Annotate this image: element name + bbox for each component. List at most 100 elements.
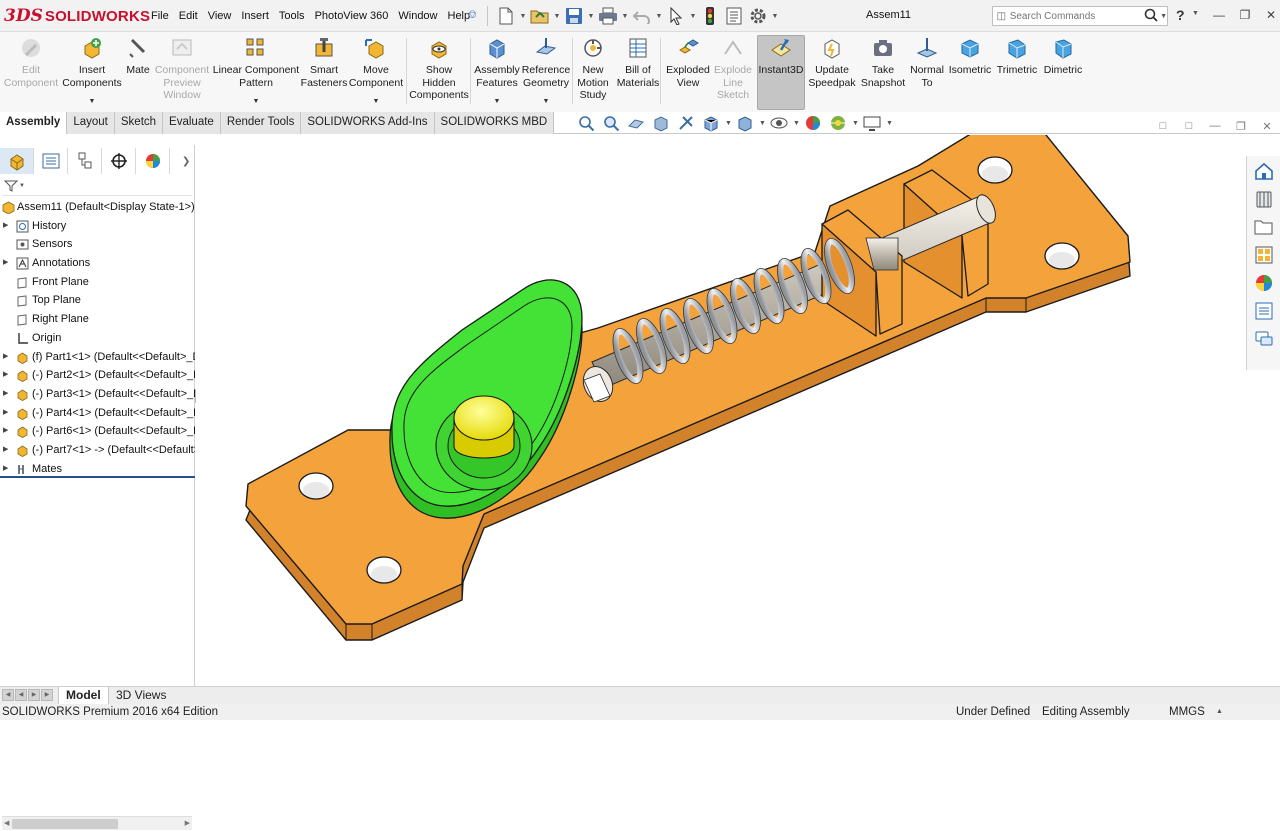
doc-close-icon[interactable]: ✕ bbox=[1256, 118, 1278, 134]
print-dropdown-icon[interactable]: ▼ bbox=[621, 13, 629, 20]
save-dropdown-icon[interactable]: ▼ bbox=[587, 13, 595, 20]
expand-arrow-icon[interactable]: ▶ bbox=[3, 217, 8, 236]
graphics-area[interactable] bbox=[196, 135, 1246, 686]
tab-layout[interactable]: Layout bbox=[67, 112, 115, 134]
tree-item[interactable]: ▶ (-) Part2<1> (Default<<Default>_Display… bbox=[0, 366, 195, 385]
forum-chat-icon[interactable] bbox=[1249, 326, 1279, 352]
new-document-icon[interactable] bbox=[495, 5, 517, 27]
tile-left-icon[interactable]: □ bbox=[1152, 118, 1174, 134]
expand-arrow-icon[interactable]: ▶ bbox=[3, 404, 8, 423]
exploded-view-button[interactable]: Exploded View bbox=[664, 36, 712, 108]
tree-item[interactable]: ▶ (-) Part3<1> (Default<<Default>_Display… bbox=[0, 385, 195, 404]
select-arrow-icon[interactable] bbox=[665, 5, 687, 27]
new-dropdown-icon[interactable]: ▼ bbox=[519, 13, 527, 20]
open-folder-icon[interactable] bbox=[529, 5, 551, 27]
show-hidden-button[interactable]: Show Hidden Components bbox=[406, 36, 472, 108]
view-orientation-icon[interactable] bbox=[700, 114, 722, 132]
pin-menu-icon[interactable]: ⎊ bbox=[468, 9, 477, 22]
tab-solidworks-add-ins[interactable]: SOLIDWORKS Add-Ins bbox=[301, 112, 435, 134]
scroll-left-icon[interactable]: ◀ bbox=[4, 817, 9, 831]
more-tabs-chevron-icon[interactable]: ❯ bbox=[182, 156, 190, 167]
apply-scene-dropdown-icon[interactable]: ▼ bbox=[852, 120, 859, 127]
tree-item[interactable]: ▶ (-) Part6<1> (Default<<Default>_Display… bbox=[0, 422, 195, 441]
configuration-manager-icon[interactable] bbox=[68, 148, 102, 174]
camera-button[interactable]: Take Snapshot bbox=[860, 36, 906, 108]
display-style-dropdown-icon[interactable]: ▼ bbox=[759, 120, 766, 127]
next-tab-icon[interactable]: ▶ bbox=[28, 689, 40, 701]
menu-tools[interactable]: Tools bbox=[274, 6, 310, 26]
scroll-right-icon[interactable]: ▶ bbox=[185, 817, 190, 831]
menu-insert[interactable]: Insert bbox=[236, 6, 274, 26]
scroll-thumb[interactable] bbox=[12, 819, 118, 829]
tab-render-tools[interactable]: Render Tools bbox=[220, 112, 302, 134]
last-tab-icon[interactable]: ▶ bbox=[41, 689, 53, 701]
tab-sketch[interactable]: Sketch bbox=[114, 112, 164, 134]
tree-item[interactable]: Sensors bbox=[0, 235, 195, 254]
display-style-icon[interactable] bbox=[734, 114, 756, 132]
print-icon[interactable] bbox=[597, 5, 619, 27]
menu-photoview[interactable]: PhotoView 360 bbox=[310, 6, 394, 26]
dynamic-annotation-icon[interactable] bbox=[675, 114, 697, 132]
motion-study-button[interactable]: New Motion Study bbox=[573, 36, 613, 108]
chevron-down-icon[interactable]: ▼ bbox=[543, 96, 550, 109]
doc-restore-icon[interactable]: ❐ bbox=[1230, 118, 1252, 134]
view-orientation-dropdown-icon[interactable]: ▼ bbox=[725, 120, 732, 127]
custom-properties-icon[interactable] bbox=[1249, 298, 1279, 324]
explode-line-sketch-button[interactable]: Explode Line Sketch bbox=[712, 36, 754, 108]
tab-assembly[interactable]: Assembly bbox=[0, 112, 68, 134]
edit-component-button[interactable]: Edit Component bbox=[4, 36, 58, 108]
first-tab-icon[interactable]: ◀ bbox=[2, 689, 14, 701]
insert-components-button[interactable]: Insert Components ▼ bbox=[60, 36, 124, 108]
solidworks-resources-home-icon[interactable] bbox=[1249, 158, 1279, 184]
prev-tab-icon[interactable]: ◀ bbox=[15, 689, 27, 701]
tile-right-icon[interactable]: □ bbox=[1178, 118, 1200, 134]
reference-geometry-button[interactable]: Reference Geometry ▼ bbox=[520, 36, 572, 108]
help-button[interactable]: ? bbox=[1176, 7, 1185, 23]
tree-item[interactable]: Right Plane bbox=[0, 310, 195, 329]
filter-dropdown-icon[interactable]: ▼ bbox=[19, 183, 25, 189]
view-settings-dropdown-icon[interactable]: ▼ bbox=[886, 120, 893, 127]
view-palette-icon[interactable] bbox=[1249, 242, 1279, 268]
dimxpert-manager-icon[interactable] bbox=[102, 148, 136, 174]
tree-item[interactable]: ▶ Mates bbox=[0, 460, 195, 479]
search-icon[interactable] bbox=[1142, 8, 1160, 25]
search-input[interactable] bbox=[1009, 10, 1142, 22]
tree-item[interactable]: ▶ (-) Part7<1> -> (Default<<Default>_Disp… bbox=[0, 441, 195, 460]
speedpak-button[interactable]: Update Speedpak bbox=[808, 36, 856, 108]
filter-icon[interactable] bbox=[4, 179, 18, 193]
tab-3d-views[interactable]: 3D Views bbox=[112, 687, 170, 705]
chevron-down-icon[interactable]: ▼ bbox=[89, 96, 96, 109]
previous-view-icon[interactable] bbox=[625, 114, 647, 132]
file-explorer-icon[interactable] bbox=[1249, 214, 1279, 240]
hide-show-dropdown-icon[interactable]: ▼ bbox=[793, 120, 800, 127]
normal-to-button[interactable]: Normal To bbox=[906, 36, 948, 108]
apply-scene-icon[interactable] bbox=[827, 114, 849, 132]
chevron-down-icon[interactable]: ▼ bbox=[494, 96, 501, 109]
view-settings-icon[interactable] bbox=[861, 114, 883, 132]
smart-fasteners-button[interactable]: Smart Fasteners bbox=[301, 36, 347, 108]
undo-dropdown-icon[interactable]: ▼ bbox=[655, 13, 663, 20]
tab-evaluate[interactable]: Evaluate bbox=[163, 112, 221, 134]
tree-item[interactable]: ▶ (f) Part1<1> (Default<<Default>_Display… bbox=[0, 348, 195, 367]
unit-system[interactable]: MMGS bbox=[1169, 704, 1205, 720]
tree-item[interactable]: Origin bbox=[0, 329, 195, 348]
tab-model[interactable]: Model bbox=[58, 687, 109, 705]
zoom-to-area-icon[interactable] bbox=[600, 114, 622, 132]
menu-view[interactable]: View bbox=[203, 6, 237, 26]
property-manager-icon[interactable] bbox=[34, 148, 68, 174]
options-dropdown-icon[interactable]: ▼ bbox=[771, 13, 779, 20]
move-component-button[interactable]: Move Component ▼ bbox=[346, 36, 406, 108]
expand-arrow-icon[interactable]: ▶ bbox=[3, 254, 8, 273]
tree-item[interactable]: Top Plane bbox=[0, 291, 195, 310]
search-commands[interactable]: ◫ ▼ bbox=[992, 6, 1168, 26]
bill-of-materials-button[interactable]: Bill of Materials bbox=[614, 36, 662, 108]
expand-arrow-icon[interactable]: ▶ bbox=[3, 385, 8, 404]
component-preview-button[interactable]: Component Preview Window bbox=[154, 36, 210, 108]
dimetric-button[interactable]: Dimetric bbox=[1040, 36, 1086, 108]
menu-window[interactable]: Window bbox=[393, 6, 442, 26]
menu-file[interactable]: File bbox=[146, 6, 174, 26]
zoom-to-fit-icon[interactable] bbox=[575, 114, 597, 132]
design-library-icon[interactable] bbox=[1249, 186, 1279, 212]
expand-arrow-icon[interactable]: ▶ bbox=[3, 348, 8, 367]
select-dropdown-icon[interactable]: ▼ bbox=[689, 13, 697, 20]
